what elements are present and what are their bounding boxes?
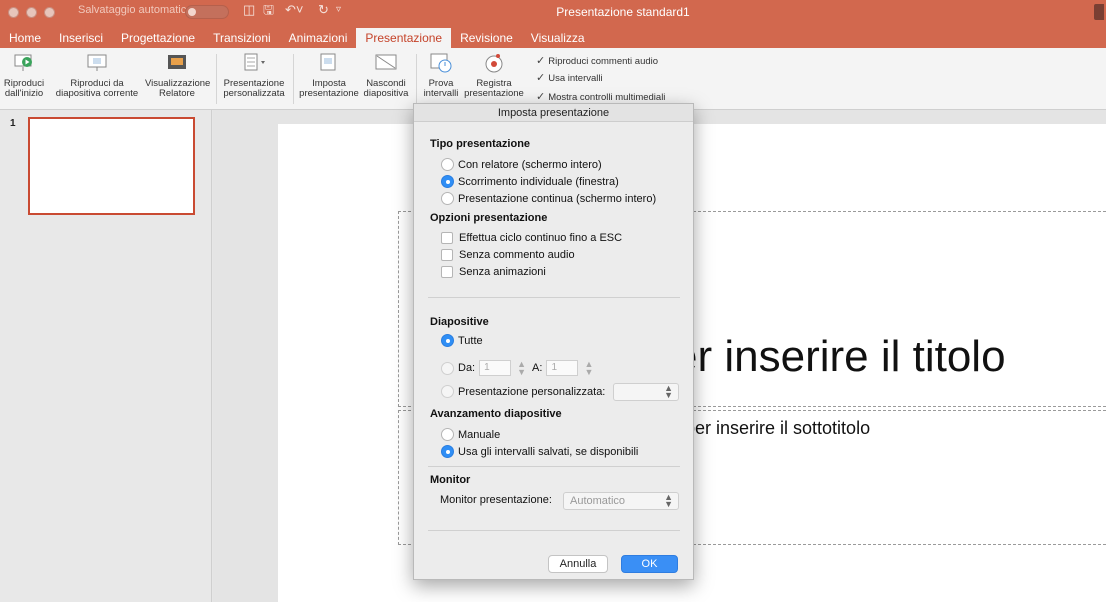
slide-thumbnail[interactable] <box>28 117 195 215</box>
from-radio[interactable] <box>441 361 454 375</box>
radio-icon <box>441 385 454 398</box>
custom-show-icon <box>243 51 265 75</box>
checkmark-icon: ✓ <box>536 91 546 103</box>
checkmark-icon: ✓ <box>536 72 546 84</box>
hide-slide-icon <box>375 51 397 75</box>
radio-icon <box>441 428 454 441</box>
no-animation-checkbox[interactable]: Senza animazioni <box>441 266 546 278</box>
play-from-start-icon <box>13 51 35 75</box>
monitor-label: Monitor presentazione: <box>440 494 552 506</box>
rehearse-timings-icon <box>430 51 452 75</box>
custom-show-select[interactable]: ▲ ▼ <box>613 383 679 401</box>
document-title: Presentazione standard1 <box>556 5 690 19</box>
show-type-heading: Tipo presentazione <box>430 138 531 150</box>
radio-icon <box>441 158 454 171</box>
divider <box>428 297 680 298</box>
ribbon-separator <box>416 54 417 104</box>
presenter-view-icon <box>166 51 188 75</box>
use-timings-radio[interactable]: Usa gli intervalli salvati, se disponibi… <box>441 445 638 458</box>
tab-insert[interactable]: Inserisci <box>50 28 112 48</box>
custom-show-radio[interactable]: Presentazione personalizzata: <box>441 385 605 398</box>
to-field[interactable]: 1 <box>546 360 579 376</box>
divider <box>428 530 680 531</box>
slide-thumbnails-pane: 1 <box>0 110 212 602</box>
record-show-button[interactable]: Registra presentazione <box>462 51 526 99</box>
chevron-updown-icon: ▲ ▼ <box>664 383 673 400</box>
play-from-start-button[interactable]: Riproduci dall'inizio <box>2 51 46 99</box>
tab-review[interactable]: Revisione <box>451 28 522 48</box>
radio-selected-icon <box>441 445 454 458</box>
from-field[interactable]: 1 <box>479 360 512 376</box>
rehearse-timings-button[interactable]: Prova intervalli <box>420 51 462 99</box>
tab-slideshow[interactable]: Presentazione <box>356 28 452 48</box>
monitor-select[interactable]: Automatico ▲ ▼ <box>563 492 679 510</box>
checkmark-icon: ✓ <box>536 55 546 67</box>
ok-button[interactable]: OK <box>621 555 678 573</box>
slides-heading: Diapositive <box>430 316 489 328</box>
all-slides-radio[interactable]: Tutte <box>441 334 483 347</box>
account-icon[interactable] <box>1094 4 1104 20</box>
subtitle-placeholder-text: per inserire il sottotitolo <box>685 418 871 438</box>
tab-transitions[interactable]: Transizioni <box>204 28 280 48</box>
show-media-controls-checkbox[interactable]: ✓ Mostra controlli multimediali <box>536 90 665 103</box>
chevron-updown-icon: ▲ ▼ <box>664 492 673 509</box>
ribbon-tabs: Home Inserisci Progettazione Transizioni… <box>0 28 594 48</box>
ribbon: Riproduci dall'inizio Riproduci da diapo… <box>0 48 1106 110</box>
title-placeholder-text: er inserire il titolo <box>673 332 1006 381</box>
presenter-fullscreen-radio[interactable]: Con relatore (schermo intero) <box>441 158 602 171</box>
ribbon-separator <box>293 54 294 104</box>
tab-home[interactable]: Home <box>0 28 50 48</box>
tab-animations[interactable]: Animazioni <box>280 28 357 48</box>
radio-selected-icon <box>441 175 454 188</box>
to-label: A: <box>532 362 543 374</box>
radio-icon <box>441 192 454 205</box>
setup-show-icon <box>318 51 340 75</box>
setup-show-button[interactable]: Imposta presentazione <box>298 51 360 99</box>
checkbox-icon <box>441 232 453 244</box>
custom-show-button[interactable]: Presentazione personalizzata <box>221 51 287 99</box>
ribbon-separator <box>216 54 217 104</box>
checkbox-icon <box>441 249 453 261</box>
divider <box>428 466 680 467</box>
setup-show-dialog: Imposta presentazione Tipo presentazione… <box>413 103 694 580</box>
advance-heading: Avanzamento diapositive <box>430 408 562 420</box>
from-label: Da: <box>458 362 476 374</box>
play-current-slide-button[interactable]: Riproduci da diapositiva corrente <box>52 51 142 99</box>
monitor-heading: Monitor <box>430 474 471 486</box>
individual-window-radio[interactable]: Scorrimento individuale (finestra) <box>441 175 619 188</box>
title-bar: Salvataggio automatico ◫ 🖫 ↶˅ ↻ ▿ Presen… <box>0 0 1106 48</box>
radio-selected-icon <box>441 334 454 347</box>
record-show-icon <box>483 51 505 75</box>
play-narrations-checkbox[interactable]: ✓ Riproduci commenti audio <box>536 54 658 67</box>
tab-view[interactable]: Visualizza <box>522 28 594 48</box>
show-options-heading: Opzioni presentazione <box>430 212 548 224</box>
checkbox-icon <box>441 266 453 278</box>
stepper-icon[interactable]: ▲ ▼ <box>517 360 526 377</box>
presenter-view-button[interactable]: Visualizzazione Relatore <box>145 51 210 99</box>
loop-until-esc-checkbox[interactable]: Effettua ciclo continuo fino a ESC <box>441 232 622 244</box>
cancel-button[interactable]: Annulla <box>548 555 608 573</box>
hide-slide-button[interactable]: Nascondi diapositiva <box>360 51 412 99</box>
play-current-slide-icon <box>86 51 108 75</box>
slide-number: 1 <box>10 118 16 129</box>
manual-advance-radio[interactable]: Manuale <box>441 428 500 441</box>
dialog-title: Imposta presentazione <box>414 104 693 122</box>
kiosk-fullscreen-radio[interactable]: Presentazione continua (schermo intero) <box>441 192 656 205</box>
slide-range-row: Da: 1 ▲ ▼ A: 1 ▲ ▼ <box>441 360 599 377</box>
stepper-icon[interactable]: ▲ ▼ <box>584 360 593 377</box>
no-narration-checkbox[interactable]: Senza commento audio <box>441 249 575 261</box>
use-timings-checkbox[interactable]: ✓ Usa intervalli <box>536 71 603 84</box>
tab-design[interactable]: Progettazione <box>112 28 204 48</box>
